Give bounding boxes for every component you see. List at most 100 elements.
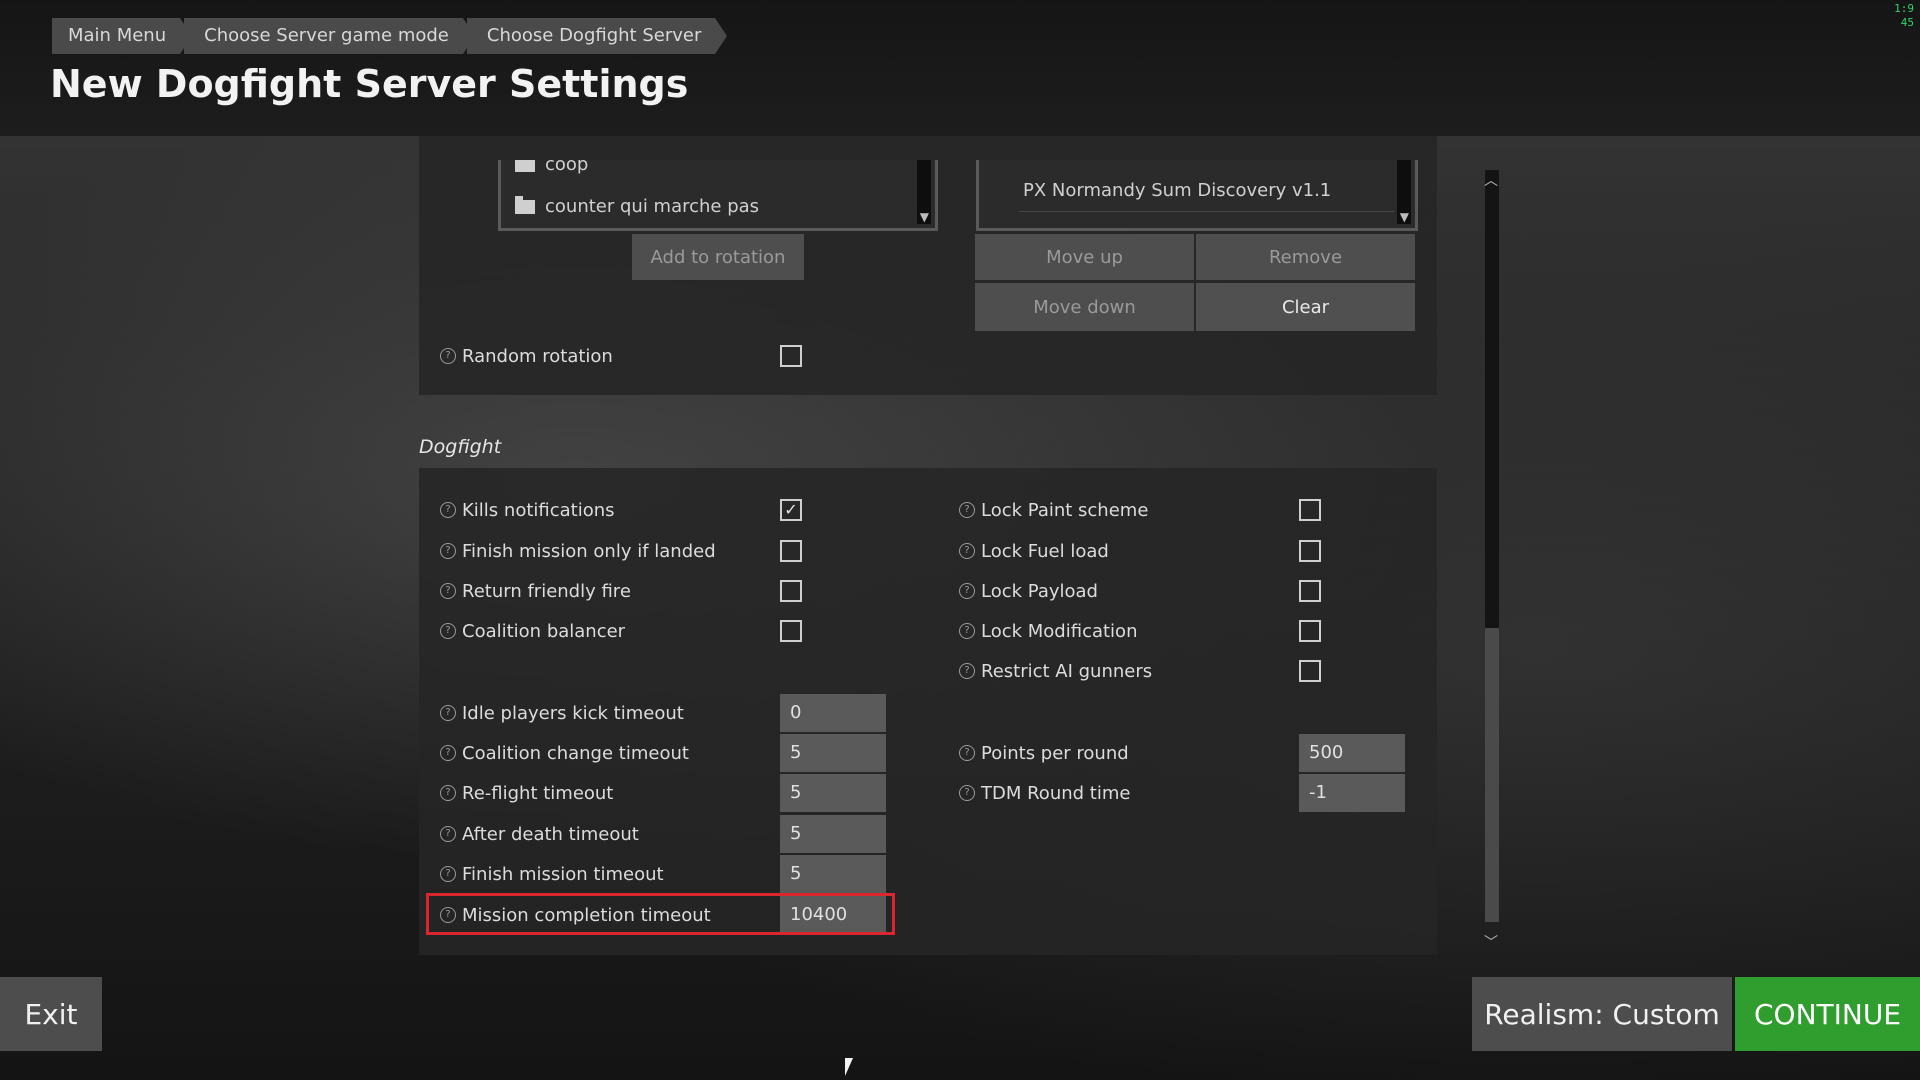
help-icon[interactable]: ? xyxy=(959,583,975,599)
finish-mission-timeout-label: ? Finish mission timeout xyxy=(440,861,664,887)
return-friendly-fire-checkbox[interactable] xyxy=(780,580,802,602)
clock-line: 45 xyxy=(1900,16,1914,29)
chevron-up-icon[interactable]: ︿ xyxy=(1484,170,1498,190)
list-item-label: counter qui marche pas xyxy=(545,196,760,217)
idle-kick-timeout-label: ? Idle players kick timeout xyxy=(440,700,684,726)
help-icon[interactable]: ? xyxy=(440,705,456,721)
rotation-list[interactable]: PX Normandy Sum Discovery v1.1 ▼ xyxy=(976,160,1418,231)
label-text: Restrict AI gunners xyxy=(981,660,1153,682)
clock-readout: 1:9 45 xyxy=(1894,2,1914,30)
label-text: Re-flight timeout xyxy=(462,782,614,804)
label-text: Lock Payload xyxy=(981,580,1098,602)
points-per-round-input[interactable]: 500 xyxy=(1299,734,1405,772)
label-text: Lock Modification xyxy=(981,620,1138,642)
add-to-rotation-button[interactable]: Add to rotation xyxy=(632,234,804,280)
help-icon[interactable]: ? xyxy=(959,623,975,639)
random-rotation-checkbox[interactable] xyxy=(780,345,802,367)
lock-paint-scheme-label: ? Lock Paint scheme xyxy=(959,497,1148,523)
finish-mission-landed-checkbox[interactable] xyxy=(780,540,802,562)
finish-mission-landed-label: ? Finish mission only if landed xyxy=(440,538,716,564)
remove-button[interactable]: Remove xyxy=(1196,234,1415,280)
move-down-button[interactable]: Move down xyxy=(975,283,1194,331)
idle-kick-timeout-input[interactable]: 0 xyxy=(780,694,886,732)
list-item[interactable]: coop xyxy=(515,160,588,175)
continue-button[interactable]: CONTINUE xyxy=(1735,977,1920,1051)
after-death-timeout-label: ? After death timeout xyxy=(440,821,639,847)
random-rotation-label: ? Random rotation xyxy=(440,343,613,369)
coalition-change-timeout-label: ? Coalition change timeout xyxy=(440,740,689,766)
focus-highlight xyxy=(426,893,895,935)
help-icon[interactable]: ? xyxy=(959,543,975,559)
help-icon[interactable]: ? xyxy=(959,745,975,761)
label-text: Finish mission timeout xyxy=(462,863,664,885)
help-icon[interactable]: ? xyxy=(959,663,975,679)
lock-fuel-load-checkbox[interactable] xyxy=(1299,540,1321,562)
label-text: TDM Round time xyxy=(981,782,1131,804)
help-icon[interactable]: ? xyxy=(440,583,456,599)
label-text: Coalition balancer xyxy=(462,620,626,642)
help-icon[interactable]: ? xyxy=(440,826,456,842)
list-divider xyxy=(1019,211,1395,212)
lock-payload-label: ? Lock Payload xyxy=(959,578,1098,604)
breadcrumb: Main Menu Choose Server game mode Choose… xyxy=(52,18,728,54)
label-text: Points per round xyxy=(981,742,1129,764)
label-text: Random rotation xyxy=(462,345,613,367)
section-title: Dogfight xyxy=(419,436,502,458)
lock-modification-label: ? Lock Modification xyxy=(959,618,1137,644)
label-text: Kills notifications xyxy=(462,499,615,521)
help-icon[interactable]: ? xyxy=(440,785,456,801)
coalition-change-timeout-input[interactable]: 5 xyxy=(780,734,886,772)
move-up-button[interactable]: Move up xyxy=(975,234,1194,280)
breadcrumb-main-menu[interactable]: Main Menu xyxy=(52,18,193,54)
list-item[interactable]: PX Normandy Sum Discovery v1.1 xyxy=(1023,180,1331,201)
help-icon[interactable]: ? xyxy=(440,866,456,882)
exit-button[interactable]: Exit xyxy=(0,977,102,1051)
chevron-down-icon[interactable]: ﹀ xyxy=(1484,932,1498,952)
chevron-down-icon[interactable]: ▼ xyxy=(920,210,929,224)
page-title: New Dogfight Server Settings xyxy=(50,62,689,106)
restrict-ai-gunners-checkbox[interactable] xyxy=(1299,660,1321,682)
coalition-balancer-checkbox[interactable] xyxy=(780,620,802,642)
lock-modification-checkbox[interactable] xyxy=(1299,620,1321,642)
scrollbar-thumb[interactable] xyxy=(1485,628,1499,922)
label-text: Lock Fuel load xyxy=(981,540,1109,562)
folder-icon xyxy=(515,160,535,172)
label-text: Lock Paint scheme xyxy=(981,499,1149,521)
missions-list[interactable]: coop counter qui marche pas ▼ xyxy=(498,160,938,231)
kills-notifications-checkbox[interactable]: ✓ xyxy=(780,499,802,521)
help-icon[interactable]: ? xyxy=(440,348,456,364)
return-friendly-fire-label: ? Return friendly fire xyxy=(440,578,631,604)
check-icon: ✓ xyxy=(784,500,798,519)
label-text: After death timeout xyxy=(462,823,639,845)
finish-mission-timeout-input[interactable]: 5 xyxy=(780,855,886,893)
breadcrumb-choose-game-mode[interactable]: Choose Server game mode xyxy=(184,18,475,54)
help-icon[interactable]: ? xyxy=(440,543,456,559)
lock-payload-checkbox[interactable] xyxy=(1299,580,1321,602)
lock-fuel-load-label: ? Lock Fuel load xyxy=(959,538,1109,564)
label-text: Idle players kick timeout xyxy=(462,702,684,724)
tdm-round-time-label: ? TDM Round time xyxy=(959,780,1130,806)
help-icon[interactable]: ? xyxy=(959,502,975,518)
label-text: Return friendly fire xyxy=(462,580,631,602)
help-icon[interactable]: ? xyxy=(959,785,975,801)
help-icon[interactable]: ? xyxy=(440,502,456,518)
lock-paint-scheme-checkbox[interactable] xyxy=(1299,499,1321,521)
list-item-label: PX Normandy Sum Discovery v1.1 xyxy=(1023,180,1332,201)
label-text: Coalition change timeout xyxy=(462,742,689,764)
clock-line: 1:9 xyxy=(1894,2,1914,15)
list-item[interactable]: counter qui marche pas xyxy=(515,195,760,217)
after-death-timeout-input[interactable]: 5 xyxy=(780,815,886,853)
reflight-timeout-input[interactable]: 5 xyxy=(780,774,886,812)
points-per-round-label: ? Points per round xyxy=(959,740,1129,766)
breadcrumb-choose-dogfight-server[interactable]: Choose Dogfight Server xyxy=(466,18,728,54)
clear-button[interactable]: Clear xyxy=(1196,283,1415,331)
mouse-cursor-icon xyxy=(845,1058,853,1076)
help-icon[interactable]: ? xyxy=(440,745,456,761)
tdm-round-time-input[interactable]: -1 xyxy=(1299,774,1405,812)
realism-button[interactable]: Realism: Custom xyxy=(1472,977,1732,1051)
restrict-ai-gunners-label: ? Restrict AI gunners xyxy=(959,658,1152,684)
label-text: Finish mission only if landed xyxy=(462,540,716,562)
help-icon[interactable]: ? xyxy=(440,623,456,639)
reflight-timeout-label: ? Re-flight timeout xyxy=(440,780,613,806)
chevron-down-icon[interactable]: ▼ xyxy=(1400,210,1409,224)
